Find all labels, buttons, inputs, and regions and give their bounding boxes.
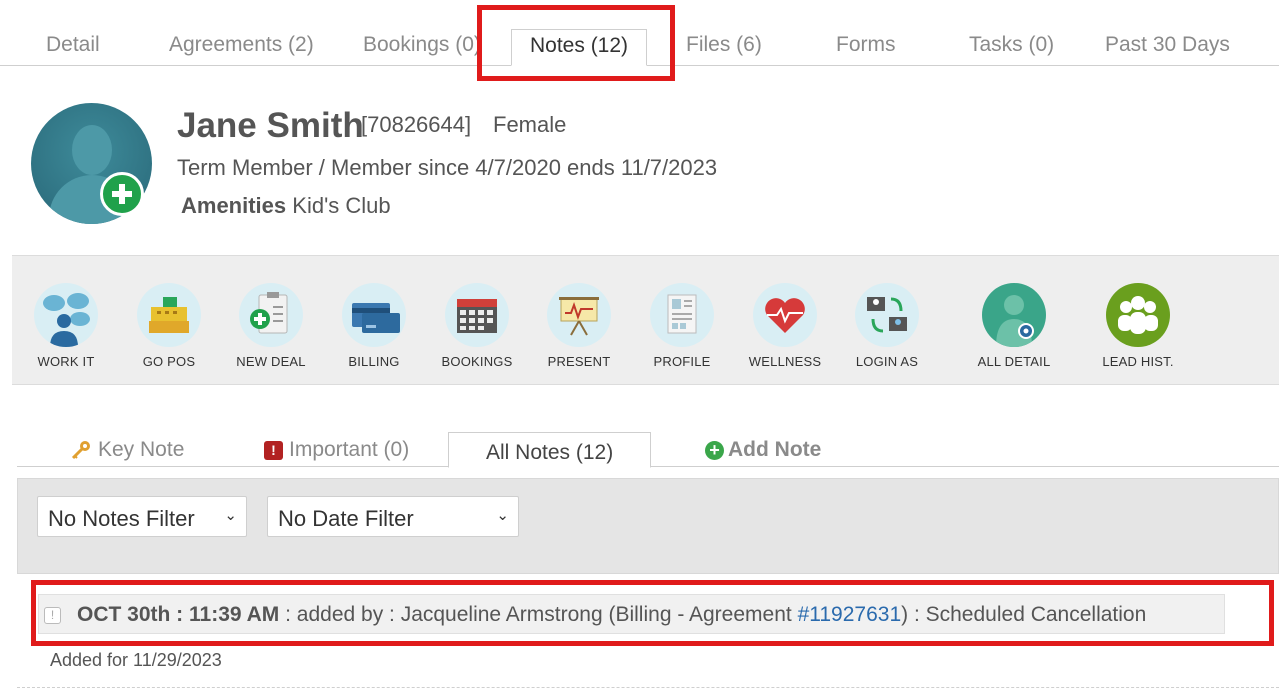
tab-key-note[interactable]: Key Note xyxy=(70,438,184,462)
action-billing[interactable]: BILLING xyxy=(329,283,419,369)
action-all-detail[interactable]: ALL DETAIL xyxy=(969,283,1059,369)
notes-filter-select[interactable]: No Notes Filter ⌄ xyxy=(37,496,247,537)
note-flag-icon[interactable]: ! xyxy=(44,607,61,624)
agreement-link[interactable]: #11927631 xyxy=(798,603,902,626)
chevron-down-icon: ⌄ xyxy=(224,507,237,524)
action-label: ALL DETAIL xyxy=(977,354,1051,369)
clipboard-plus-icon xyxy=(239,283,303,347)
calendar-icon xyxy=(445,283,509,347)
tab-all-notes[interactable]: All Notes (12) xyxy=(448,432,652,468)
action-label: LOGIN AS xyxy=(855,354,919,369)
member-amenities: Amenities Kid's Club xyxy=(181,193,391,219)
tab-notes[interactable]: Notes (12) xyxy=(511,29,648,66)
tab-important[interactable]: ! Important (0) xyxy=(264,438,409,462)
note-text-before: : added by : Jacqueline Armstrong (Billi… xyxy=(279,603,798,626)
tab-key-note-label: Key Note xyxy=(98,438,185,461)
note-added-for: Added for 11/29/2023 xyxy=(50,650,222,670)
action-label: PRESENT xyxy=(547,354,611,369)
key-icon xyxy=(70,439,92,461)
action-label: LEAD HIST. xyxy=(1102,354,1174,369)
credit-card-icon xyxy=(342,283,406,347)
action-go-pos[interactable]: GO POS xyxy=(124,283,214,369)
tab-past-30-days[interactable]: Past 30 Days xyxy=(1105,33,1230,57)
tab-bookings[interactable]: Bookings (0) xyxy=(363,33,481,57)
member-status: Term Member / Member since 4/7/2020 ends… xyxy=(177,155,718,180)
amenities-label: Amenities xyxy=(181,193,287,218)
note-text-after: ) : Scheduled Cancellation xyxy=(901,603,1147,626)
chevron-down-icon: ⌄ xyxy=(496,507,509,524)
chat-people-icon xyxy=(34,283,98,347)
notes-tab-bar: Key Note ! Important (0) All Notes (12) … xyxy=(17,432,1279,468)
action-lead-history[interactable]: LEAD HIST. xyxy=(1093,283,1183,369)
tab-files[interactable]: Files (6) xyxy=(686,33,762,57)
action-login-as[interactable]: LOGIN AS xyxy=(842,283,932,369)
notes-filter-bar: No Notes Filter ⌄ No Date Filter ⌄ xyxy=(17,478,1279,574)
action-label: WELLNESS xyxy=(748,354,822,369)
tab-add-note[interactable]: + Add Note xyxy=(705,438,821,462)
person-gear-icon xyxy=(982,283,1046,347)
action-wellness[interactable]: WELLNESS xyxy=(740,283,830,369)
member-name: Jane Smith xyxy=(177,106,364,145)
action-bar: WORK IT GO POS NEW DEAL BILLING BOOKINGS… xyxy=(12,255,1279,385)
cash-register-icon xyxy=(137,283,201,347)
tab-important-label: Important (0) xyxy=(289,438,410,461)
group-people-icon xyxy=(1106,283,1170,347)
amenities-value: Kid's Club xyxy=(292,193,391,218)
action-label: GO POS xyxy=(142,354,196,369)
tab-forms[interactable]: Forms xyxy=(836,33,896,57)
tab-detail[interactable]: Detail xyxy=(46,33,100,57)
action-label: BOOKINGS xyxy=(441,354,513,369)
important-icon: ! xyxy=(264,440,283,460)
tab-tasks[interactable]: Tasks (0) xyxy=(969,33,1054,57)
top-tab-bar: Detail Agreements (2) Bookings (0) Notes… xyxy=(0,0,1279,66)
heart-pulse-icon xyxy=(753,283,817,347)
action-label: WORK IT xyxy=(37,354,95,369)
switch-user-icon xyxy=(855,283,919,347)
tab-agreements[interactable]: Agreements (2) xyxy=(169,33,314,57)
profile-document-icon xyxy=(650,283,714,347)
tab-add-note-label: Add Note xyxy=(728,438,822,461)
action-new-deal[interactable]: NEW DEAL xyxy=(226,283,316,369)
tab-all-notes-label: All Notes (12) xyxy=(486,441,614,464)
action-label: BILLING xyxy=(348,354,400,369)
avatar-head xyxy=(72,125,112,175)
date-filter-value: No Date Filter xyxy=(278,506,414,531)
note-date: OCT 30th : 11:39 AM xyxy=(77,603,280,626)
member-id: [70826644] xyxy=(361,112,472,137)
add-photo-icon[interactable] xyxy=(100,172,144,216)
action-bookings[interactable]: BOOKINGS xyxy=(432,283,522,369)
action-profile[interactable]: PROFILE xyxy=(637,283,727,369)
member-gender: Female xyxy=(493,112,567,137)
action-label: NEW DEAL xyxy=(236,354,306,369)
presentation-board-icon xyxy=(547,283,611,347)
divider xyxy=(17,687,1279,688)
notes-filter-value: No Notes Filter xyxy=(48,506,195,531)
action-work-it[interactable]: WORK IT xyxy=(21,283,111,369)
action-label: PROFILE xyxy=(653,354,711,369)
add-icon: + xyxy=(705,440,724,460)
date-filter-select[interactable]: No Date Filter ⌄ xyxy=(267,496,519,537)
action-present[interactable]: PRESENT xyxy=(534,283,624,369)
note-item: ! OCT 30th : 11:39 AM : added by : Jacqu… xyxy=(38,594,1225,634)
